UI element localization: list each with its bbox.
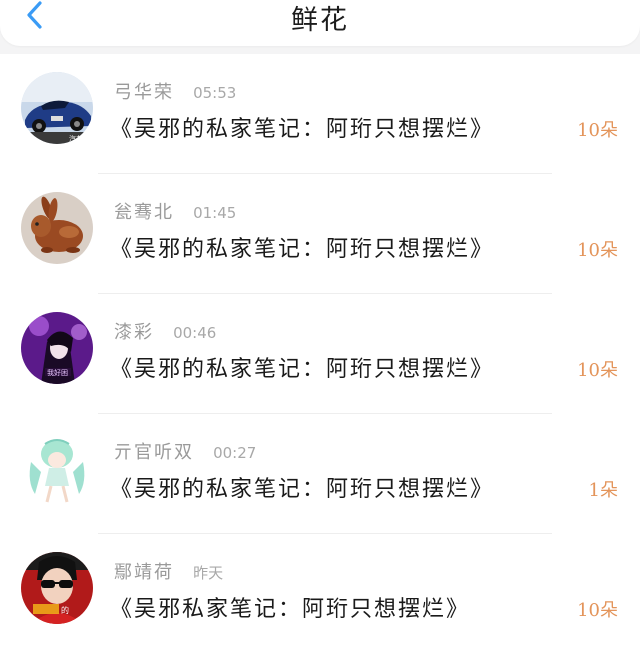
list-item[interactable]: 瓮骞北 01:45 《吴邪的私家笔记：阿珩只想摆烂》 10朵 bbox=[0, 174, 640, 294]
book-title[interactable]: 《吴邪的私家笔记：阿珩只想摆烂》 bbox=[110, 111, 494, 143]
green-hair-anime-avatar[interactable] bbox=[21, 432, 93, 504]
list-item[interactable]: 亓官听双 00:27 《吴邪的私家笔记：阿珩只想摆烂》 1朵 bbox=[0, 414, 640, 534]
flower-count: 10朵 bbox=[577, 600, 618, 621]
user-line: 漆彩 00:46 bbox=[114, 318, 217, 343]
book-title[interactable]: 《吴邪的私家笔记：阿珩只想摆烂》 bbox=[110, 231, 494, 263]
flower-count: 10朵 bbox=[577, 240, 618, 261]
list-item[interactable]: 汽车 弓华荣 05:53 《吴邪的私家笔记：阿珩只想摆烂》 10朵 bbox=[0, 54, 640, 174]
purple-anime-avatar[interactable]: 我好困 bbox=[21, 312, 93, 384]
username[interactable]: 鄢靖荷 bbox=[114, 562, 174, 583]
flower-count: 10朵 bbox=[577, 360, 618, 381]
rabbit-avatar[interactable] bbox=[21, 192, 93, 264]
username[interactable]: 亓官听双 bbox=[114, 442, 194, 463]
flower-count: 1朵 bbox=[588, 480, 618, 501]
list-item[interactable]: 的 鄢靖荷 昨天 《吴邪私家笔记：阿珩只想摆烂》 10朵 bbox=[0, 534, 640, 645]
user-line: 弓华荣 05:53 bbox=[114, 78, 237, 103]
user-line: 亓官听双 00:27 bbox=[114, 438, 257, 463]
timestamp: 05:53 bbox=[193, 84, 237, 102]
book-title[interactable]: 《吴邪的私家笔记：阿珩只想摆烂》 bbox=[110, 351, 494, 383]
gift-record-list: 汽车 弓华荣 05:53 《吴邪的私家笔记：阿珩只想摆烂》 10朵 瓮骞北 01… bbox=[0, 54, 640, 645]
svg-text:的: 的 bbox=[61, 605, 69, 615]
username[interactable]: 弓华荣 bbox=[114, 82, 174, 103]
book-title[interactable]: 《吴邪的私家笔记：阿珩只想摆烂》 bbox=[110, 471, 494, 503]
timestamp: 昨天 bbox=[193, 564, 224, 582]
svg-text:汽车: 汽车 bbox=[69, 134, 83, 143]
sports-car-avatar[interactable]: 汽车 bbox=[21, 72, 93, 144]
username[interactable]: 漆彩 bbox=[114, 322, 154, 343]
timestamp: 01:45 bbox=[193, 204, 237, 222]
username[interactable]: 瓮骞北 bbox=[114, 202, 174, 223]
user-line: 鄢靖荷 昨天 bbox=[114, 558, 224, 583]
timestamp: 00:27 bbox=[213, 444, 257, 462]
timestamp: 00:46 bbox=[173, 324, 217, 342]
page-title: 鲜花 bbox=[291, 5, 349, 36]
book-title[interactable]: 《吴邪私家笔记：阿珩只想摆烂》 bbox=[110, 591, 470, 623]
flower-count: 10朵 bbox=[577, 120, 618, 141]
gift-list-screen: 鲜花 汽车 弓华荣 05:53 《吴邪的私家笔记：阿珩只想摆烂》 10朵 瓮骞北… bbox=[0, 0, 640, 645]
list-item[interactable]: 我好困 漆彩 00:46 《吴邪的私家笔记：阿珩只想摆烂》 10朵 bbox=[0, 294, 640, 414]
svg-text:我好困: 我好困 bbox=[47, 368, 68, 377]
sunglasses-man-avatar[interactable]: 的 bbox=[21, 552, 93, 624]
top-bar: 鲜花 bbox=[0, 0, 640, 46]
user-line: 瓮骞北 01:45 bbox=[114, 198, 237, 223]
